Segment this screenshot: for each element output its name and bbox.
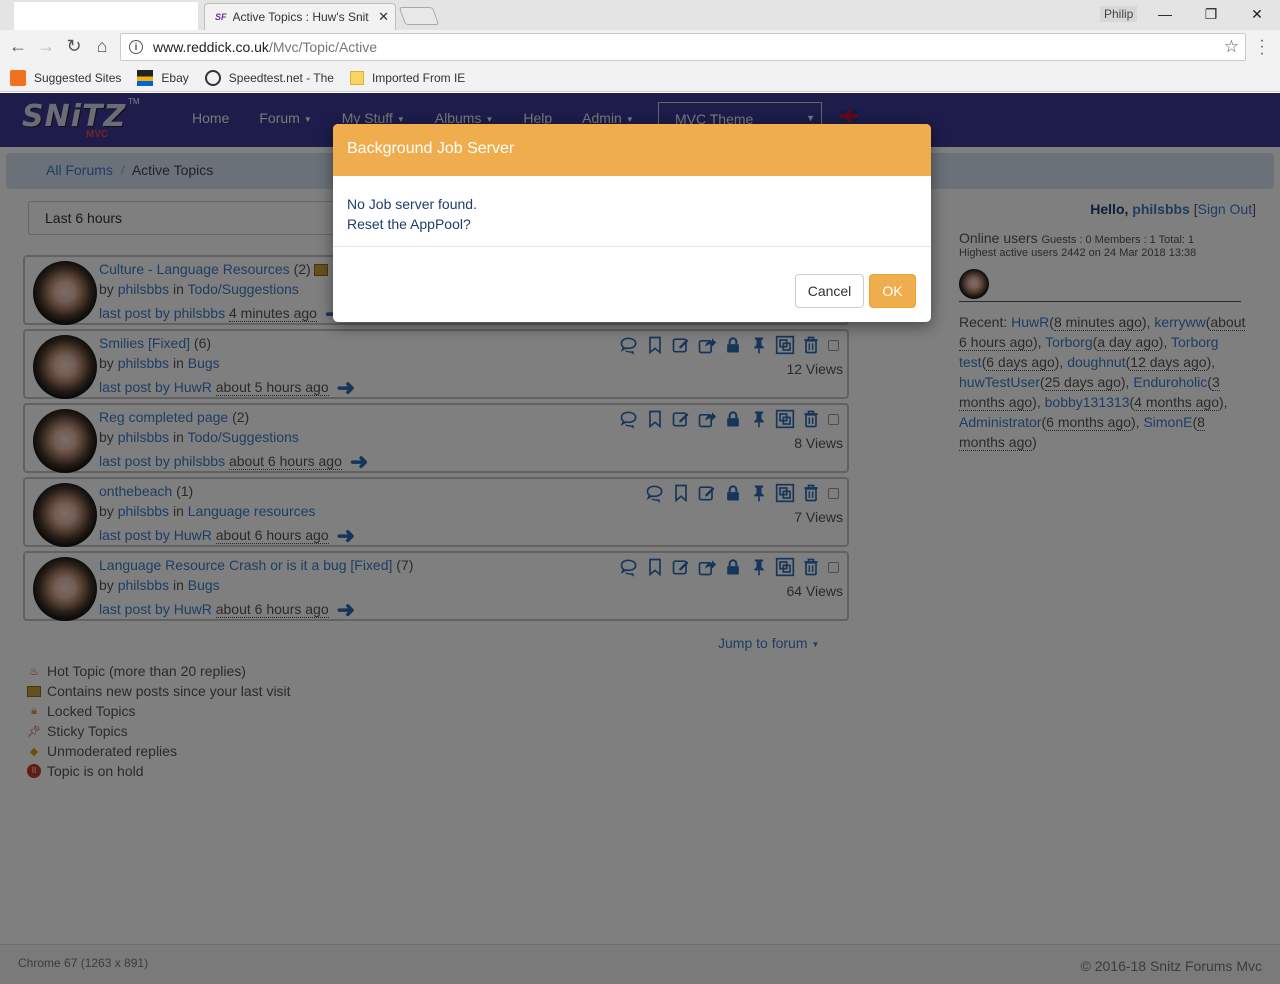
browser-tab-active[interactable]: SF Active Topics : Huw's Snit ✕ <box>204 3 396 30</box>
browser-menu-icon[interactable]: · · · <box>1256 32 1268 61</box>
forward-arrow-icon[interactable]: → <box>34 34 58 58</box>
url-host: www.reddick.co.uk <box>153 39 269 55</box>
ebay-icon <box>137 69 154 86</box>
modal-message-line1: No Job server found. <box>347 196 477 212</box>
modal-title: Background Job Server <box>333 124 931 176</box>
browser-tab-blank[interactable] <box>14 2 198 30</box>
site-info-icon[interactable]: i <box>129 40 143 54</box>
bookmarks-bar: Suggested Sites Ebay Speedtest.net - The… <box>0 64 1280 92</box>
bookmark-label: Imported From IE <box>371 70 466 85</box>
bookmark-imported-from-ie[interactable]: Imported From IE <box>349 70 466 85</box>
back-arrow-icon[interactable]: ← <box>6 34 30 58</box>
home-icon[interactable]: ⌂ <box>90 34 114 58</box>
snitz-favicon-icon: SF <box>215 12 227 22</box>
bookmark-label: Speedtest.net - The <box>228 70 334 85</box>
bookmark-suggested-sites[interactable]: Suggested Sites <box>10 69 122 86</box>
bookmark-star-icon[interactable]: ☆ <box>1224 37 1239 57</box>
bookmark-speedtest[interactable]: Speedtest.net - The <box>204 69 334 86</box>
new-tab-button[interactable] <box>398 7 440 25</box>
suggested-sites-icon <box>10 69 26 86</box>
browser-titlebar: SF Active Topics : Huw's Snit ✕ Philip —… <box>0 0 1280 30</box>
modal-footer: Cancel OK <box>795 274 916 308</box>
tab-close-icon[interactable]: ✕ <box>378 9 389 25</box>
cancel-button[interactable]: Cancel <box>795 274 864 308</box>
close-window-icon[interactable]: ✕ <box>1244 3 1270 25</box>
restore-icon[interactable]: ❐ <box>1198 3 1224 25</box>
tab-title: Active Topics : Huw's Snit <box>232 10 369 24</box>
address-bar[interactable]: i www.reddick.co.uk/Mvc/Topic/Active ☆ <box>120 33 1246 61</box>
reload-icon[interactable]: ↻ <box>62 34 86 58</box>
page: SNiTZ MVC TM Home Forum▼ My Stuff▼ Album… <box>0 93 1280 984</box>
modal-body: No Job server found. Reset the AppPool? <box>333 176 931 247</box>
bookmark-label: Ebay <box>161 70 189 85</box>
browser-toolbar: ← → ↻ ⌂ i www.reddick.co.uk/Mvc/Topic/Ac… <box>0 30 1280 64</box>
job-server-modal: Background Job Server No Job server foun… <box>333 124 931 322</box>
bookmark-ebay[interactable]: Ebay <box>137 69 189 86</box>
bookmark-label: Suggested Sites <box>34 70 122 85</box>
url-path: /Mvc/Topic/Active <box>268 39 378 55</box>
ok-button[interactable]: OK <box>869 274 916 308</box>
modal-message-line2: Reset the AppPool? <box>347 216 471 232</box>
speedtest-icon <box>204 69 221 86</box>
window-user-badge[interactable]: Philip <box>1100 6 1138 22</box>
minimize-icon[interactable]: — <box>1152 3 1178 25</box>
folder-icon <box>349 70 364 85</box>
